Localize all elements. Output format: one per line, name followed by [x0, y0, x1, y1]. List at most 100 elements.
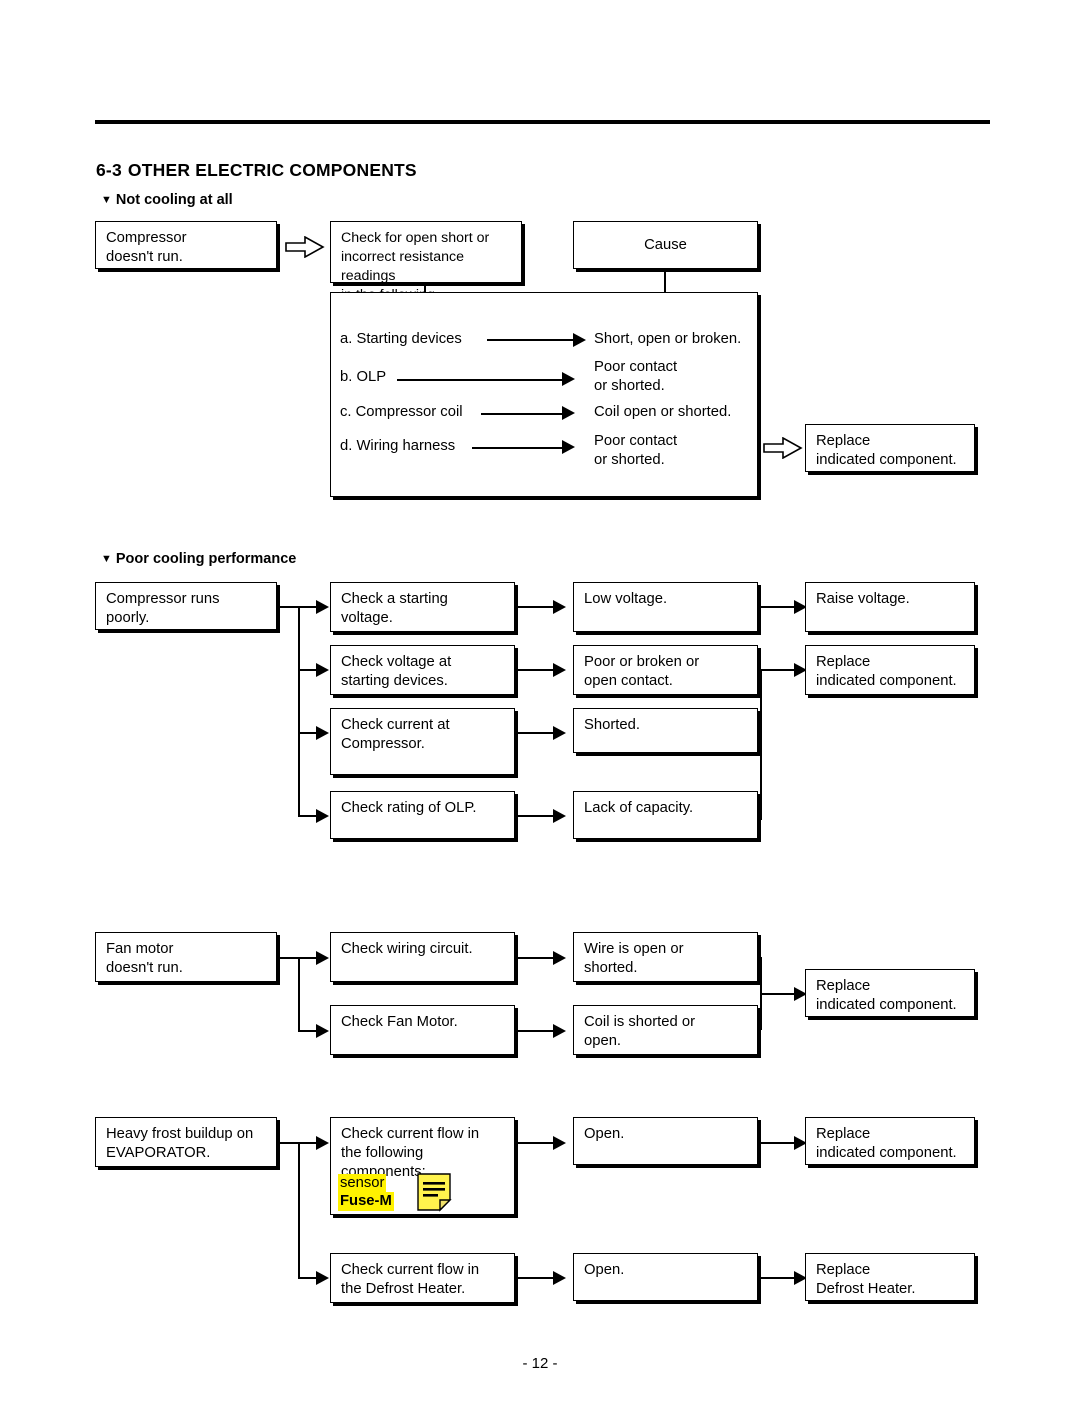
branch-arm-3-1: [298, 957, 318, 959]
check-text: Check current at Compressor.: [341, 717, 450, 752]
check-text: Check a starting voltage.: [341, 591, 448, 626]
symptom-box-compressor-poor: Compressor runs poorly.: [95, 582, 277, 630]
sticky-note-icon: [417, 1173, 452, 1212]
action-box-4-1: Replace indicated component.: [805, 1117, 975, 1165]
result-text: Lack of capacity.: [584, 800, 694, 816]
action-box-2-1: Raise voltage.: [805, 582, 975, 632]
cause-header-box: Cause: [573, 221, 758, 269]
connector-2-1: [517, 606, 555, 608]
connector-3-1: [517, 957, 555, 959]
arrow-head-c: [562, 406, 575, 420]
arrow-head-2-2: [316, 663, 329, 677]
label-text: c. Compressor coil: [340, 404, 463, 420]
arrow-head-4-1: [316, 1136, 329, 1150]
result-text: Shorted.: [584, 717, 640, 733]
result-box-2-1: Low voltage.: [573, 582, 758, 632]
branch-arm-2-3: [298, 732, 318, 734]
check-box-2-4: Check rating of OLP.: [330, 791, 515, 839]
arrow-head-2-3: [316, 726, 329, 740]
arrow-head-result-2-1: [553, 600, 566, 614]
cause-item-result-c: Coil open or shorted.: [594, 404, 732, 420]
arrow-head-result-4-1: [553, 1136, 566, 1150]
connector-4-2: [517, 1277, 555, 1279]
action-text: Replace indicated component.: [816, 1126, 957, 1161]
result-text: Open.: [584, 1126, 625, 1142]
arrow-head-result-4-2: [553, 1271, 566, 1285]
connector-action-2-2: [760, 669, 798, 671]
symptom-text: Compressor doesn't run.: [106, 230, 187, 265]
connector-2-2: [517, 669, 555, 671]
arrow-head-result-2-3: [553, 726, 566, 740]
subheading-not-cooling: ▼ Not cooling at all: [101, 192, 233, 208]
check-text: Check current flow in the Defrost Heater…: [341, 1262, 480, 1297]
leader-line-a: [487, 339, 575, 341]
branch-arm-2-4: [298, 815, 318, 817]
cause-item-result-a: Short, open or broken.: [594, 331, 742, 347]
symptom-text: Fan motor doesn't run.: [106, 941, 183, 976]
result-text: Open.: [584, 1262, 625, 1278]
check-text: Check Fan Motor.: [341, 1014, 458, 1030]
subheading-poor-cooling: ▼ Poor cooling performance: [101, 551, 296, 567]
subheading-text: Not cooling at all: [115, 192, 233, 208]
branch-arm-3-2: [298, 1030, 318, 1032]
result-tick-2-3: [760, 732, 762, 734]
action-text: Replace indicated component.: [816, 978, 957, 1013]
check-box-3-2: Check Fan Motor.: [330, 1005, 515, 1055]
connector-2-4: [517, 815, 555, 817]
leader-line-c: [481, 413, 562, 415]
check-text: Check current flow in the following comp…: [341, 1126, 480, 1180]
check-text: Check wiring circuit.: [341, 941, 473, 957]
branch-arm-2-1: [298, 606, 318, 608]
arrow-head-2-4: [316, 809, 329, 823]
branch-stem-4: [277, 1142, 299, 1144]
action-text: Replace indicated component.: [816, 433, 957, 468]
arrow-head-result-2-4: [553, 809, 566, 823]
action-box-4-2: Replace Defrost Heater.: [805, 1253, 975, 1301]
connector-4-1: [517, 1142, 555, 1144]
action-text: Replace indicated component.: [816, 654, 957, 689]
block-arrow-icon-2: [763, 437, 803, 459]
result-text: Coil is shorted or open.: [584, 1014, 696, 1049]
result-text: Low voltage.: [584, 591, 668, 607]
result-box-4-1: Open.: [573, 1117, 758, 1165]
result-box-4-2: Open.: [573, 1253, 758, 1301]
action-text: Replace Defrost Heater.: [816, 1262, 916, 1297]
cause-item-result-d: Poor contact or shorted.: [594, 433, 678, 468]
result-box-2-4: Lack of capacity.: [573, 791, 758, 839]
connector-3-2: [517, 1030, 555, 1032]
arrow-head-3-2: [316, 1024, 329, 1038]
connector-action-3: [760, 993, 798, 995]
check-box-4-2: Check current flow in the Defrost Heater…: [330, 1253, 515, 1303]
block-arrow-icon-1: [285, 236, 325, 258]
connector-check-to-container: [424, 283, 426, 293]
arrow-head-2-1: [316, 600, 329, 614]
action-box-3: Replace indicated component.: [805, 969, 975, 1017]
triangle-bullet-icon: ▼: [101, 553, 112, 565]
label-text: a. Starting devices: [340, 331, 462, 347]
symptom-box-compressor: Compressor doesn't run.: [95, 221, 277, 269]
result-box-2-3: Shorted.: [573, 708, 758, 753]
highlight-fuse-m: Fuse-M: [338, 1192, 394, 1211]
cause-header-text: Cause: [644, 236, 687, 253]
triangle-bullet-icon: ▼: [101, 194, 112, 206]
action-box-2-2: Replace indicated component.: [805, 645, 975, 695]
subheading-text: Poor cooling performance: [115, 551, 297, 567]
result-text: Poor or broken or open contact.: [584, 654, 700, 689]
connector-action-4-1: [760, 1142, 798, 1144]
result-spine-2: [760, 669, 762, 819]
symptom-text: Compressor runs poorly.: [106, 591, 220, 626]
check-box-3-1: Check wiring circuit.: [330, 932, 515, 982]
label-text: b. OLP: [340, 369, 387, 385]
result-box-3-2: Coil is shorted or open.: [573, 1005, 758, 1055]
arrow-head-result-3-1: [553, 951, 566, 965]
branch-spine-2: [298, 606, 300, 815]
highlight-sensor: sensor: [338, 1174, 387, 1193]
symptom-text: Heavy frost buildup on EVAPORATOR.: [106, 1126, 254, 1161]
result-box-3-1: Wire is open or shorted.: [573, 932, 758, 982]
section-number: 6-3: [96, 160, 122, 180]
arrow-head-result-2-2: [553, 663, 566, 677]
check-box-2-3: Check current at Compressor.: [330, 708, 515, 775]
connector-cause-to-container: [664, 269, 666, 293]
branch-stem-3: [277, 957, 299, 959]
arrow-head-result-3-2: [553, 1024, 566, 1038]
